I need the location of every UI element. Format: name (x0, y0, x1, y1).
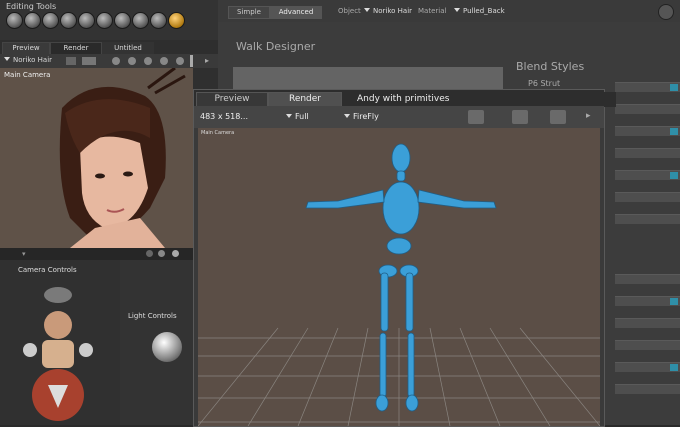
renderer-select[interactable]: FireFly (344, 112, 379, 121)
sphere-icon-2[interactable] (128, 57, 136, 65)
camera-controls-panel: Camera Controls (0, 260, 120, 425)
blend-slider[interactable] (615, 340, 680, 350)
sphere-icon-5[interactable] (176, 57, 184, 65)
scale-tool-icon[interactable] (78, 12, 95, 29)
dot-icon-3[interactable] (172, 250, 179, 257)
render-window-tabs: Preview Render Andy with primitives (194, 90, 616, 107)
render-hand-icon[interactable] (550, 110, 566, 124)
chain-break-tool-icon[interactable] (114, 12, 131, 29)
walk-designer-title: Walk Designer (236, 40, 316, 53)
camera-icon[interactable] (66, 57, 76, 65)
close-icon[interactable] (658, 4, 674, 20)
chevron-down-icon (4, 57, 10, 61)
simple-tab[interactable]: Simple (228, 6, 270, 19)
blend-slider[interactable] (615, 82, 680, 92)
blend-slider[interactable] (615, 318, 680, 328)
render-window: Preview Render Andy with primitives 483 … (193, 89, 616, 427)
area-render-icon[interactable] (512, 110, 528, 124)
sphere-icon[interactable] (112, 57, 120, 65)
light-sphere-icon[interactable] (152, 332, 182, 362)
material-select[interactable]: Pulled_Back (454, 6, 505, 17)
magnify-tool-icon[interactable] (150, 12, 167, 29)
object-label: Object (338, 7, 361, 15)
sphere-icon-4[interactable] (160, 57, 168, 65)
sphere-icon-3[interactable] (144, 57, 152, 65)
camera-controls-widget[interactable] (0, 260, 120, 425)
advanced-tab[interactable]: Advanced (270, 6, 322, 19)
blend-slider[interactable] (615, 148, 680, 158)
translate-in-out-tool-icon[interactable] (60, 12, 77, 29)
preview-bottom-controls: ▾ (0, 248, 196, 260)
quality-select-value: Full (295, 112, 309, 121)
blend-slider[interactable] (615, 296, 680, 306)
editing-tools-title: Editing Tools (6, 2, 57, 11)
translate-tool-icon[interactable] (42, 12, 59, 29)
dot-icon[interactable] (146, 250, 153, 257)
blend-style-label: P6 Strut (528, 79, 561, 88)
chevron-down-icon (344, 114, 350, 118)
chevron-right-icon[interactable]: ▸ (205, 56, 209, 65)
chevron-right-icon[interactable]: ▸ (586, 111, 591, 121)
walk-designer-header: Simple Advanced Object Noriko Hair Mater… (218, 0, 680, 23)
rotate-tool-icon[interactable] (6, 12, 23, 29)
figure-render (198, 143, 600, 426)
blend-slider[interactable] (615, 170, 680, 180)
figure-select[interactable]: Noriko Hair (4, 56, 52, 64)
character-head-render (59, 68, 186, 248)
renderer-select-value: FireFly (353, 112, 379, 121)
figure-select-value: Noriko Hair (13, 56, 53, 64)
tab-preview[interactable]: Preview (196, 92, 268, 107)
object-select[interactable]: Noriko Hair (364, 6, 412, 17)
editing-tools-panel: Editing Tools (0, 0, 218, 41)
display-style-icon[interactable] (82, 57, 96, 65)
main-preview-viewport[interactable]: Main Camera (0, 68, 193, 248)
render-settings-icon[interactable] (468, 110, 484, 124)
render-viewport[interactable]: Main Camera (198, 128, 600, 426)
blend-slider[interactable] (615, 274, 680, 284)
chevron-down-icon (364, 8, 370, 12)
render-toolbar: 483 x 518... Full FireFly ▸ (194, 106, 604, 128)
blend-slider[interactable] (615, 192, 680, 202)
blend-slider[interactable] (615, 126, 680, 136)
render-size-value[interactable]: 483 x 518... (200, 112, 248, 121)
slider-handle[interactable] (190, 55, 193, 67)
blend-slider[interactable] (615, 214, 680, 224)
chevron-down-icon (454, 8, 460, 12)
morph-brush-tool-icon[interactable] (168, 12, 185, 29)
light-controls-title: Light Controls (128, 312, 177, 320)
taper-tool-icon[interactable] (96, 12, 113, 29)
dot-icon-2[interactable] (158, 250, 165, 257)
object-select-value: Noriko Hair (373, 7, 413, 15)
twist-tool-icon[interactable] (24, 12, 41, 29)
blend-slider[interactable] (615, 362, 680, 372)
mannequin-figure (305, 143, 497, 412)
material-label: Material (418, 7, 447, 15)
tab-render[interactable]: Render (268, 92, 342, 107)
floor-grid (198, 327, 600, 426)
blend-slider[interactable] (615, 104, 680, 114)
blend-styles-title: Blend Styles (516, 60, 585, 73)
color-tool-icon[interactable] (132, 12, 149, 29)
chevron-down-icon (286, 114, 292, 118)
blend-slider[interactable] (615, 384, 680, 394)
left-toolbar: Noriko Hair ▸ (0, 54, 218, 68)
quality-select[interactable]: Full (286, 112, 309, 121)
chevron-down-icon[interactable]: ▾ (22, 250, 26, 258)
left-document-tabs: Preview Render Untitled (0, 40, 218, 55)
material-select-value: Pulled_Back (463, 7, 505, 15)
document-title: Andy with primitives (344, 92, 616, 107)
